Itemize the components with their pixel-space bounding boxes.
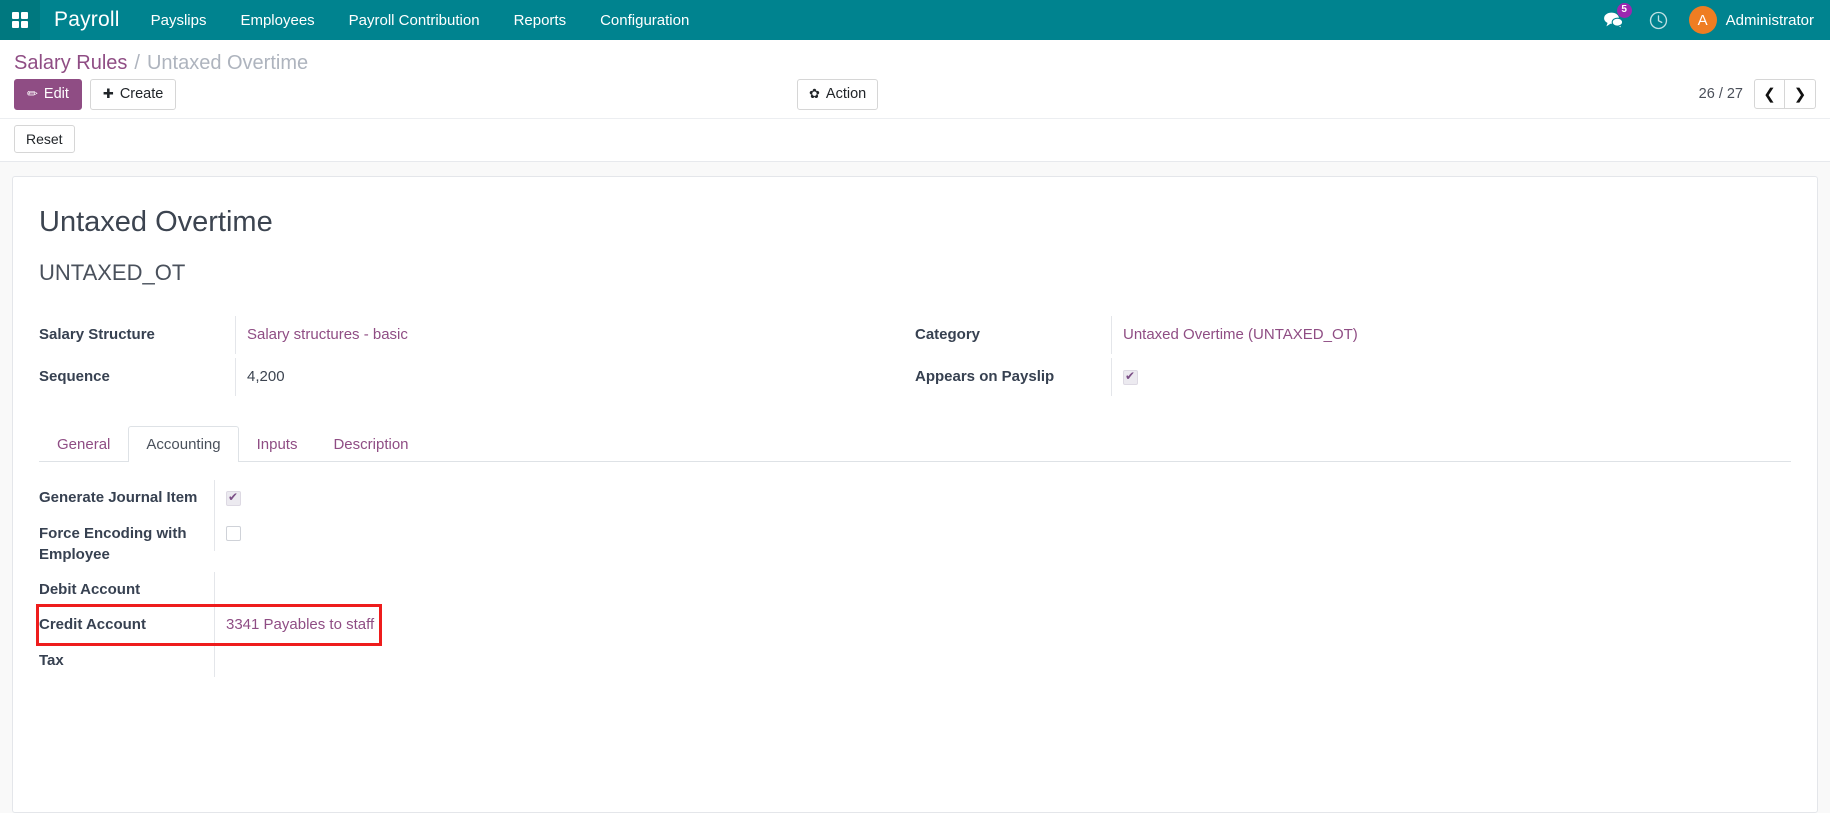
category-link[interactable]: Untaxed Overtime (UNTAXED_OT) (1123, 326, 1358, 343)
field-generate-journal-item: Generate Journal Item (39, 480, 1791, 516)
action-button-wrapper: ✿ Action (797, 79, 879, 110)
field-category: Category Untaxed Overtime (UNTAXED_OT) (915, 316, 1745, 358)
user-name-label: Administrator (1725, 11, 1814, 29)
field-label-category: Category (915, 326, 981, 344)
avatar: A (1688, 6, 1717, 34)
chevron-left-icon: ❮ (1763, 86, 1776, 103)
breadcrumb-current-record: Untaxed Overtime (146, 52, 309, 74)
chevron-right-icon: ❯ (1793, 86, 1807, 103)
control-panel: Salary Rules / Untaxed Overtime ✏ Edit ✚… (0, 40, 1830, 163)
appears-on-payslip-checkbox[interactable] (1123, 368, 1138, 385)
pager-value[interactable]: 26 / 27 (1699, 86, 1743, 102)
field-value-credit-account[interactable]: 3341 Payables to staff (214, 607, 379, 643)
field-appears-on-payslip: Appears on Payslip (915, 358, 1745, 400)
record-code: UNTAXED_OT (39, 259, 186, 285)
tab-inputs[interactable]: Inputs (239, 426, 316, 462)
field-group-right: Category Untaxed Overtime (UNTAXED_OT) A… (915, 316, 1791, 400)
status-bar: Reset (0, 117, 1830, 162)
clock-icon (1649, 11, 1667, 29)
field-value-salary-structure[interactable]: Salary structures - basic (235, 316, 869, 355)
breadcrumb-item-salary-rules[interactable]: Salary Rules (14, 52, 127, 75)
salary-structure-link[interactable]: Salary structures - basic (247, 326, 408, 343)
field-value-sequence[interactable]: 4,200 (235, 358, 869, 397)
edit-button[interactable]: ✏ Edit (14, 79, 82, 110)
field-force-encoding-with-employee: Force Encoding with Employee (39, 515, 1791, 573)
field-label-tax: Tax (39, 651, 64, 669)
apps-menu-button[interactable] (0, 0, 40, 40)
field-tax: Tax (39, 642, 1791, 678)
top-navbar: Payroll Payslips Employees Payroll Contr… (0, 0, 1830, 40)
page-title: Untaxed Overtime (39, 206, 273, 239)
pencil-icon: ✏ (27, 85, 38, 101)
menu-item-employees[interactable]: Employees (223, 0, 331, 40)
menu-item-configuration[interactable]: Configuration (583, 0, 706, 40)
gear-icon: ✿ (809, 85, 820, 101)
activities-button[interactable] (1636, 0, 1681, 40)
breadcrumb: Salary Rules / Untaxed Overtime (0, 40, 1830, 79)
field-value-category[interactable]: Untaxed Overtime (UNTAXED_OT) (1111, 316, 1745, 355)
field-label-appears-on-payslip: Appears on Payslip (915, 368, 1055, 386)
pager-previous-button[interactable]: ❮ (1754, 79, 1785, 109)
field-label-credit-account: Credit Account (39, 616, 146, 634)
field-credit-account: Credit Account 3341 Payables to staff (36, 604, 382, 646)
action-button[interactable]: ✿ Action (797, 79, 879, 110)
menu-item-payslips[interactable]: Payslips (134, 0, 224, 40)
create-button[interactable]: ✚ Create (89, 79, 177, 110)
field-label-sequence: Sequence (39, 368, 110, 386)
menu-item-reports[interactable]: Reports (497, 0, 584, 40)
field-label-salary-structure: Salary Structure (39, 326, 155, 344)
force-encoding-with-employee-checkbox[interactable] (226, 526, 241, 542)
tab-description[interactable]: Description (315, 426, 426, 462)
field-salary-structure: Salary Structure Salary structures - bas… (39, 316, 869, 358)
field-group-left: Salary Structure Salary structures - bas… (39, 316, 915, 400)
pager-next-button[interactable]: ❯ (1785, 79, 1816, 109)
grid-apps-icon (12, 12, 28, 28)
form-view-background: Untaxed Overtime UNTAXED_OT Salary Struc… (0, 162, 1830, 814)
field-sequence: Sequence 4,200 (39, 358, 869, 400)
form-sheet: Untaxed Overtime UNTAXED_OT Salary Struc… (12, 176, 1818, 814)
navbar-right-tools: 5 A Administrator (1590, 0, 1830, 40)
pager: 26 / 27 ❮ ❯ (1699, 79, 1816, 109)
reset-button[interactable]: Reset (14, 124, 75, 154)
edit-button-label: Edit (43, 86, 69, 102)
credit-account-link[interactable]: 3341 Payables to staff (226, 616, 374, 633)
notebook-tabs: General Accounting Inputs Description (39, 426, 1791, 463)
menu-item-payroll-contribution[interactable]: Payroll Contribution (332, 0, 497, 40)
field-value-force-encoding-with-employee (214, 515, 379, 551)
field-debit-account: Debit Account (39, 572, 1791, 607)
messages-badge-count: 5 (1616, 3, 1632, 18)
field-value-tax[interactable] (214, 642, 379, 677)
field-label-debit-account: Debit Account (39, 581, 141, 599)
breadcrumb-separator: / (134, 52, 140, 74)
create-button-label: Create (119, 86, 164, 102)
main-menu: Payslips Employees Payroll Contribution … (134, 0, 707, 40)
tab-pane-accounting: Generate Journal Item Force Encoding wit… (36, 462, 1791, 678)
plus-icon: ✚ (102, 85, 114, 101)
control-panel-buttons: ✏ Edit ✚ Create ✿ Action 26 / 27 ❮ ❯ (0, 79, 1830, 118)
field-value-appears-on-payslip (1111, 358, 1745, 397)
field-label-force-encoding-with-employee: Force Encoding with Employee (39, 524, 187, 563)
generate-journal-item-checkbox[interactable] (226, 489, 241, 506)
field-value-debit-account[interactable] (214, 572, 379, 607)
notebook: General Accounting Inputs Description Ge… (36, 426, 1791, 678)
action-button-label: Action (825, 86, 867, 102)
main-field-groups: Salary Structure Salary structures - bas… (39, 316, 1791, 400)
tab-accounting[interactable]: Accounting (128, 426, 239, 463)
field-label-generate-journal-item: Generate Journal Item (39, 489, 198, 507)
field-value-generate-journal-item (214, 480, 379, 516)
tab-general[interactable]: General (39, 426, 128, 462)
user-menu[interactable]: A Administrator (1681, 0, 1814, 40)
app-brand-payroll[interactable]: Payroll (40, 8, 134, 32)
messages-button[interactable]: 5 (1590, 0, 1636, 40)
